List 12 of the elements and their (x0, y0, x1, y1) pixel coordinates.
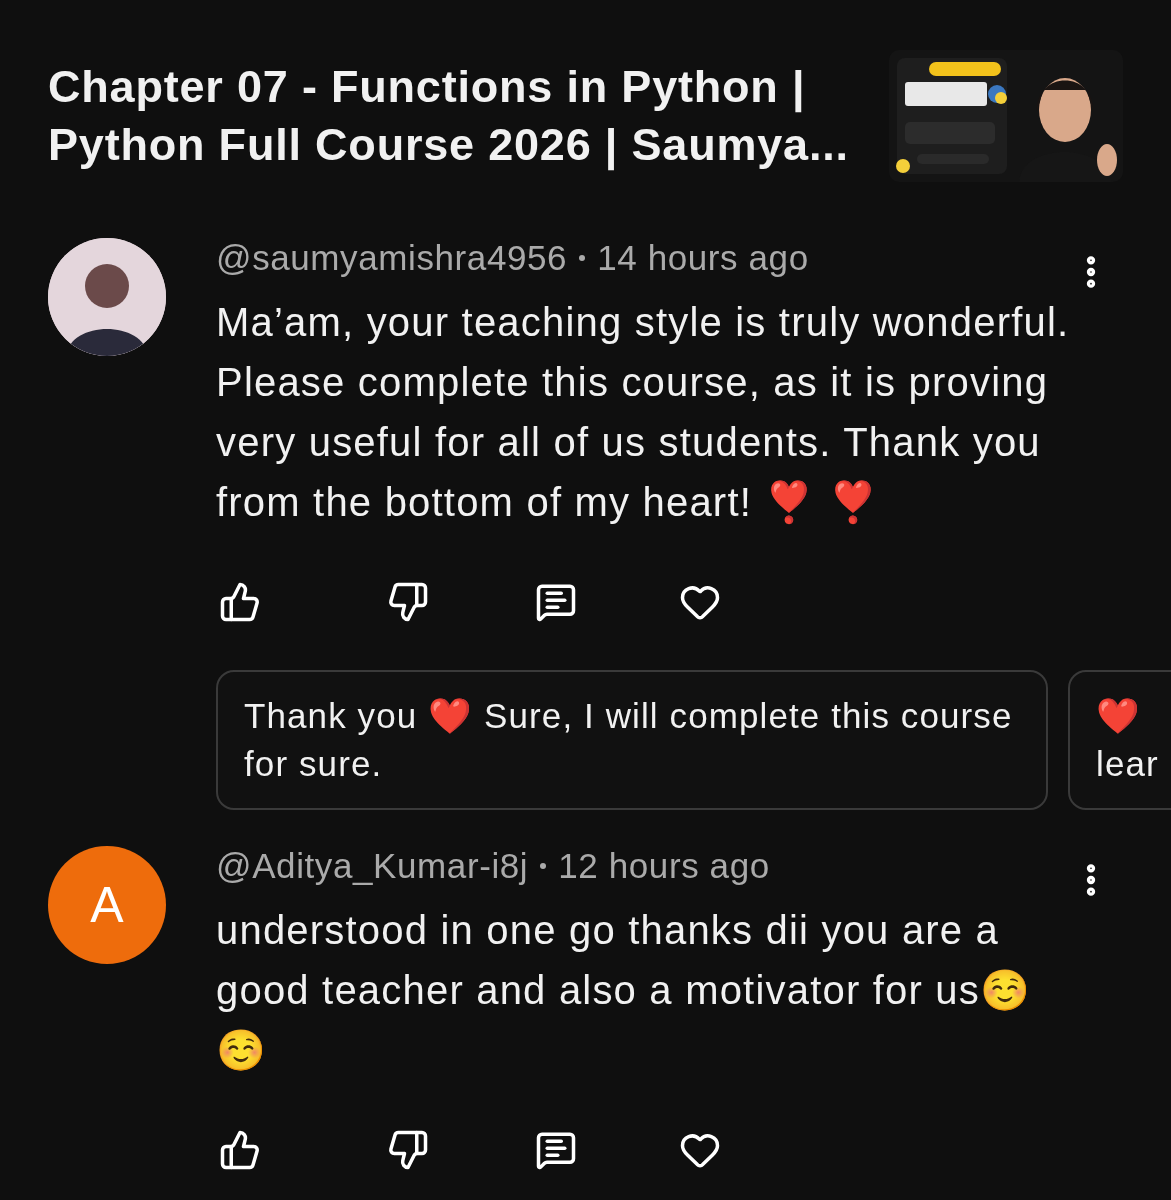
comment-text: understood in one go thanks dii you are a good teacher and also a motivator for us☺ ☺ (216, 907, 1033, 1074)
reply-card[interactable]: Thank you ❤ Sure, I will complete this course for sure. (216, 670, 1048, 810)
comment-text: Ma’am, your teaching style is truly wonderful. Please complete this course, as it is proving very useful for all of us students. Thank you from the bottom of my heart! ❣ ❣ (216, 299, 1071, 526)
comment-author[interactable]: @saumyamishra4956 (216, 238, 568, 278)
video-title: Chapter 07 - Functions in Python | Python Full Course 2026 | Saumya... (48, 60, 850, 173)
avatar: A (48, 846, 166, 964)
comment-author[interactable]: @Aditya_Kumar-i8j (216, 846, 529, 886)
reply-card[interactable]: ❤ lear (1068, 670, 1171, 810)
comment-time: 14 hours ago (597, 238, 809, 278)
separator-dot (540, 863, 547, 869)
comment-time: 12 hours ago (558, 846, 770, 886)
separator-dot (579, 255, 586, 261)
